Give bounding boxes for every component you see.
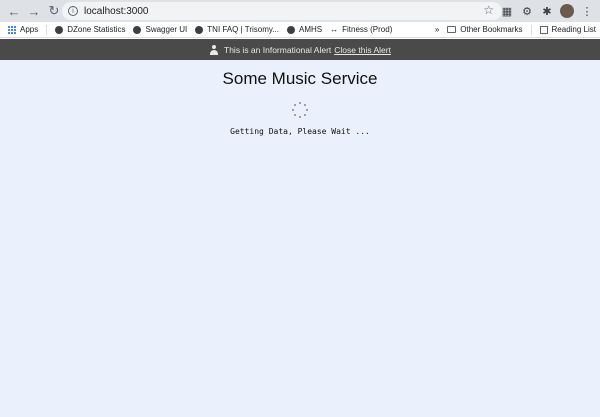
main-content: Some Music Service Getting Data, Please … <box>0 60 600 417</box>
arrows-icon: ↔ <box>330 25 339 34</box>
bookmark-label: Swagger UI <box>145 25 188 34</box>
chevron-double-right-icon: » <box>434 25 440 34</box>
alert-message: This is an Informational Alert <box>224 44 332 55</box>
bookmark-divider <box>46 24 48 35</box>
bookmark-label: TNI FAQ | Trisomy... <box>207 25 279 34</box>
profile-avatar[interactable] <box>560 4 574 18</box>
address-bar[interactable]: i localhost:3000 ☆ <box>62 2 502 20</box>
info-icon[interactable]: i <box>68 6 78 16</box>
bookmark-other-bookmarks[interactable]: Other Bookmarks <box>447 25 523 34</box>
reading-list-icon <box>539 25 548 34</box>
info-alert: This is an Informational Alert Close thi… <box>0 39 600 60</box>
extension-icon[interactable]: ▦ <box>500 4 514 18</box>
back-button[interactable]: ← <box>4 1 24 21</box>
bookmark-label: Apps <box>20 25 39 34</box>
bookmark-reading-list[interactable]: Reading List <box>539 25 596 34</box>
folder-icon <box>447 26 457 33</box>
puzzle-icon[interactable]: ✱ <box>540 4 554 18</box>
menu-dots-icon[interactable]: ⋮ <box>580 4 594 18</box>
arrow-right-icon: → <box>27 3 41 19</box>
bookmark-label: DZone Statistics <box>67 25 126 34</box>
browser-toolbar: ← → ↻ i localhost:3000 ☆ ▦ ⚙ ✱ ⋮ <box>0 0 600 22</box>
more-bookmarks-button[interactable]: » <box>435 25 439 34</box>
person-icon <box>209 44 219 55</box>
bookmark-amhs[interactable]: AMHS <box>287 25 322 34</box>
bookmark-swagger-ui[interactable]: Swagger UI <box>133 25 187 34</box>
bookmark-divider <box>530 24 532 35</box>
page-title: Some Music Service <box>222 69 378 88</box>
bookmark-label: AMHS <box>299 25 323 34</box>
loading-message: Getting Data, Please Wait ... <box>230 127 370 136</box>
close-alert-link[interactable]: Close this Alert <box>334 45 391 55</box>
forward-button[interactable]: → <box>24 1 44 21</box>
bookmark-dzone-statistics[interactable]: DZone Statistics <box>55 25 125 34</box>
apps-grid-icon <box>8 25 16 34</box>
url-text[interactable]: localhost:3000 <box>84 6 149 17</box>
bookmark-apps[interactable]: Apps <box>8 25 38 34</box>
extension-icon[interactable]: ⚙ <box>520 4 534 18</box>
bookmark-label: Fitness (Prod) <box>342 25 393 34</box>
bookmarks-bar: Apps DZone Statistics Swagger UI TNI FAQ… <box>0 22 600 38</box>
globe-icon <box>195 25 204 34</box>
reload-icon: ↻ <box>48 3 60 18</box>
amhs-icon <box>287 25 295 34</box>
reload-button[interactable]: ↻ <box>44 1 64 21</box>
globe-icon <box>55 25 64 34</box>
bookmark-star-icon[interactable]: ☆ <box>483 3 494 17</box>
globe-icon <box>133 25 142 34</box>
loading-spinner-icon <box>292 102 308 118</box>
bookmark-label: Other Bookmarks <box>460 25 523 34</box>
extensions-area: ▦ ⚙ ✱ ⋮ <box>500 0 600 22</box>
bookmark-fitness-prod[interactable]: ↔ Fitness (Prod) <box>330 25 392 34</box>
arrow-left-icon: ← <box>7 3 21 19</box>
bookmark-tni-faq[interactable]: TNI FAQ | Trisomy... <box>195 25 279 34</box>
bookmark-label: Reading List <box>551 25 596 34</box>
